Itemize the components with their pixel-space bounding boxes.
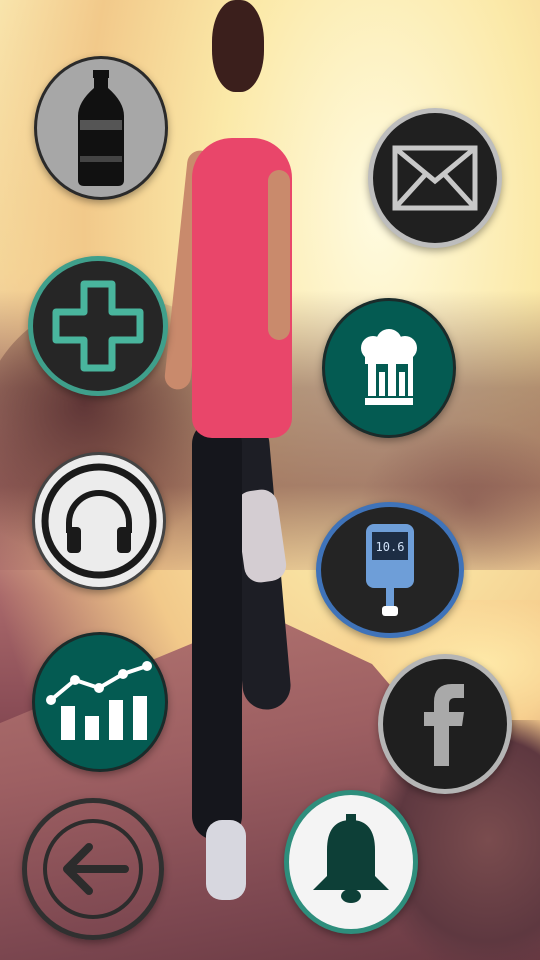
app-screen: 10.6 (0, 0, 540, 960)
facebook-button[interactable] (378, 654, 512, 794)
runner-leg (192, 420, 242, 840)
recipes-button[interactable] (322, 298, 456, 438)
back-button[interactable] (22, 798, 164, 940)
health-button[interactable] (28, 256, 168, 396)
chef-hat-icon (361, 329, 417, 405)
reminders-button[interactable] (284, 790, 418, 934)
chart-icon (46, 661, 152, 740)
bottle-icon (78, 70, 124, 186)
stats-button[interactable] (32, 632, 168, 772)
medical-cross-icon (52, 280, 144, 372)
glucose-reading: 10.6 (376, 540, 405, 554)
music-button[interactable] (32, 452, 166, 590)
glucose-meter-icon: 10.6 (366, 524, 414, 616)
water-button[interactable] (34, 56, 168, 200)
bell-icon (313, 814, 389, 903)
messages-button[interactable] (368, 108, 502, 248)
envelope-icon (392, 145, 478, 211)
glucose-button[interactable]: 10.6 (316, 502, 464, 638)
runner-shoe (206, 820, 246, 900)
facebook-icon (424, 684, 464, 766)
runner-arm (268, 170, 290, 340)
arrow-left-icon (43, 819, 143, 919)
runner-head (212, 0, 264, 92)
headphones-icon (41, 463, 157, 579)
runner-image (163, 0, 310, 920)
